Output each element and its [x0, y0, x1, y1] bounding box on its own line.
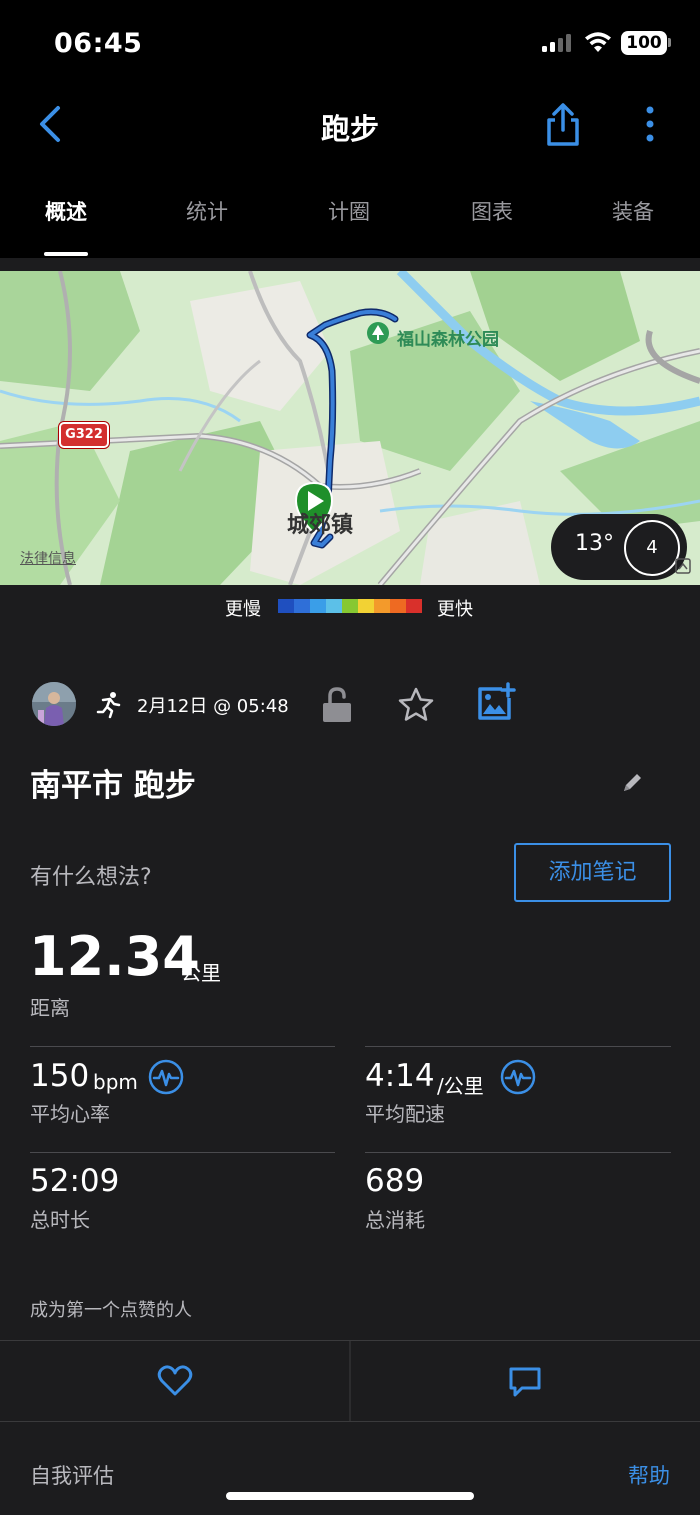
- divider: [365, 1046, 671, 1047]
- divider: [30, 1152, 335, 1153]
- weather-temperature: 13°: [575, 531, 614, 556]
- distance-value: 12.34: [29, 925, 200, 988]
- calories-label: 总消耗: [365, 1208, 425, 1232]
- pace-unit: /公里: [437, 1074, 484, 1098]
- add-photo-icon[interactable]: [476, 682, 516, 722]
- pace-color-swatch: [310, 599, 326, 613]
- pace-value: 4:14: [365, 1058, 435, 1094]
- edit-icon[interactable]: [621, 770, 643, 794]
- home-indicator: [226, 1492, 474, 1500]
- pace-color-swatch: [390, 599, 406, 613]
- duration-value: 52:09: [30, 1163, 120, 1199]
- tab-laps[interactable]: 计圈: [289, 196, 409, 226]
- favorite-star-icon[interactable]: [397, 686, 435, 724]
- pace-color-swatch: [342, 599, 358, 613]
- privacy-lock-icon[interactable]: [321, 686, 353, 724]
- road-badge: G322: [59, 422, 109, 448]
- likes-text: 成为第一个点赞的人: [30, 1300, 192, 1321]
- action-bar: [0, 1340, 700, 1422]
- like-button[interactable]: [0, 1341, 349, 1421]
- route-map[interactable]: 福山森林公园 城郊镇 G322 法律信息 13° 4: [0, 271, 700, 585]
- activity-title: 南平市 跑步: [30, 768, 196, 804]
- cellular-signal-icon: [542, 34, 571, 52]
- pace-color-swatch: [278, 599, 294, 613]
- heart-icon: [157, 1365, 193, 1396]
- heart-rate-label: 平均心率: [30, 1102, 110, 1126]
- pace-color-swatch: [406, 599, 422, 613]
- distance-unit: 公里: [181, 961, 221, 985]
- self-evaluation-label: 自我评估: [30, 1464, 114, 1488]
- running-icon: [96, 692, 121, 719]
- battery-nub: [668, 38, 671, 47]
- wind-speed: 4: [646, 537, 658, 558]
- nav-bar: 跑步: [0, 88, 700, 168]
- pace-chart-icon[interactable]: [500, 1059, 536, 1095]
- more-options-icon[interactable]: [636, 104, 664, 144]
- pace-color-swatch: [294, 599, 310, 613]
- status-bar: 06:45 100: [0, 0, 700, 88]
- legend-slow-label: 更慢: [225, 599, 261, 620]
- map-park-label: 福山森林公园: [397, 330, 499, 350]
- help-link[interactable]: 帮助: [628, 1460, 670, 1490]
- legal-info-link[interactable]: 法律信息: [20, 548, 76, 568]
- avatar[interactable]: [32, 682, 76, 726]
- tab-gear[interactable]: 装备: [573, 196, 693, 226]
- comment-button[interactable]: [351, 1341, 700, 1421]
- divider: [30, 1046, 335, 1047]
- active-tab-indicator: [44, 252, 88, 256]
- map-expand-icon[interactable]: [675, 558, 691, 574]
- calories-value: 689: [365, 1163, 425, 1199]
- tab-stats[interactable]: 统计: [147, 196, 267, 226]
- tab-bar: 概述 统计 计圈 图表 装备: [0, 168, 700, 258]
- avatar-image: [32, 682, 76, 726]
- duration-label: 总时长: [30, 1208, 90, 1232]
- pace-color-swatch: [374, 599, 390, 613]
- pace-color-swatch: [326, 599, 342, 613]
- pace-legend: 更慢 更快: [0, 585, 700, 627]
- pace-color-swatch: [358, 599, 374, 613]
- tab-overview[interactable]: 概述: [6, 196, 126, 226]
- pace-label: 平均配速: [365, 1102, 445, 1126]
- heart-rate-value: 150: [30, 1058, 90, 1094]
- status-time: 06:45: [54, 28, 143, 59]
- battery-indicator: 100: [621, 31, 667, 55]
- thoughts-prompt[interactable]: 有什么想法?: [30, 859, 152, 891]
- activity-date: 2月12日 @ 05:48: [137, 696, 289, 717]
- comment-icon: [509, 1367, 541, 1397]
- add-note-button[interactable]: 添加笔记: [514, 843, 671, 902]
- heart-rate-unit: bpm: [93, 1070, 138, 1094]
- divider: [365, 1152, 671, 1153]
- heart-rate-chart-icon[interactable]: [148, 1059, 184, 1095]
- activity-meta-row: 2月12日 @ 05:48: [0, 678, 700, 732]
- distance-label: 距离: [30, 996, 70, 1020]
- pace-color-bar: [278, 599, 422, 613]
- tab-charts[interactable]: 图表: [432, 196, 552, 226]
- page-title: 跑步: [320, 112, 379, 146]
- share-icon[interactable]: [543, 100, 583, 148]
- wind-indicator: 4: [624, 520, 680, 576]
- map-town-label: 城郊镇: [287, 513, 354, 538]
- weather-badge: 13° 4: [551, 514, 687, 580]
- legend-fast-label: 更快: [437, 599, 473, 620]
- wifi-icon: [585, 32, 611, 52]
